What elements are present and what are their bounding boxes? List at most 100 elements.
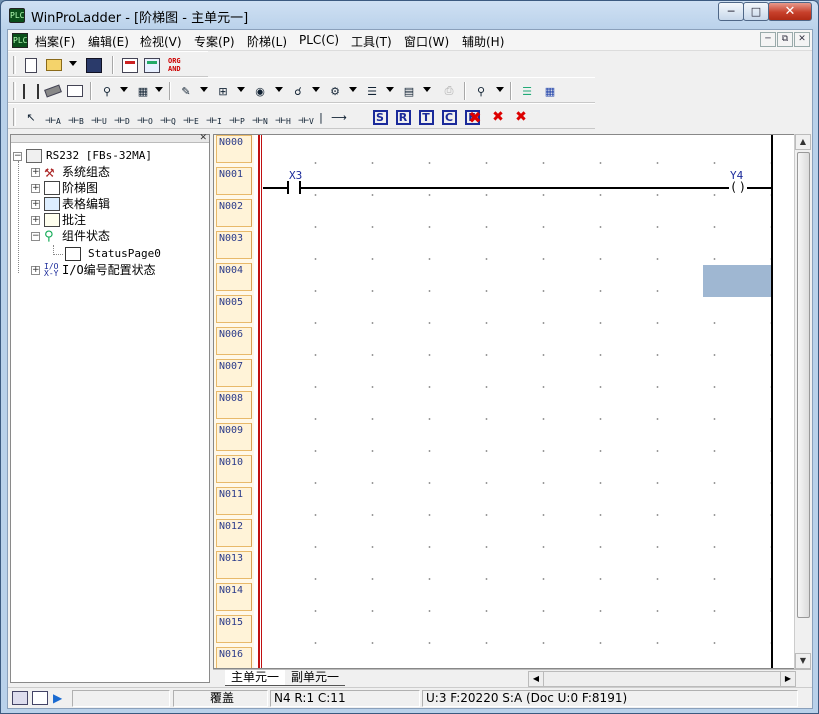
table-edit-icon[interactable]: ▤ — [400, 82, 418, 100]
contact-x3[interactable] — [287, 181, 301, 194]
run-icon[interactable]: ▶ — [53, 691, 62, 705]
list-dropdown-icon[interactable] — [386, 87, 394, 92]
rung-label[interactable]: N012 — [216, 519, 252, 547]
delete-vertical-icon[interactable]: ✖ — [489, 108, 507, 126]
cursor-cell[interactable] — [703, 265, 771, 297]
contact-pos-icon[interactable]: ⊣⊢ P — [228, 108, 246, 126]
find-icon[interactable]: ⚲ — [98, 82, 116, 100]
menu-plc[interactable]: PLC(C) — [299, 33, 339, 47]
contact-horiz-icon[interactable]: ⊣⊢ H — [274, 108, 292, 126]
diagram-icon[interactable]: ▦ — [541, 82, 559, 100]
scroll-up-icon[interactable]: ▲ — [795, 134, 811, 150]
zoom-dropdown-icon[interactable] — [496, 87, 504, 92]
edit-dropdown-icon[interactable] — [200, 87, 208, 92]
mdi-close-button[interactable]: ✕ — [794, 32, 810, 47]
menu-file[interactable]: 档案(F) — [35, 33, 75, 50]
contact-not-icon[interactable]: ⊣⊢ Q — [159, 108, 177, 126]
table-edit-dropdown-icon[interactable] — [423, 87, 431, 92]
delete-rung-icon[interactable]: ✖ — [512, 108, 530, 126]
arrow-output-icon[interactable]: ⟶ — [330, 108, 348, 126]
rung-label[interactable]: N005 — [216, 295, 252, 323]
io-dropdown-icon[interactable] — [349, 87, 357, 92]
expand-icon[interactable]: + — [31, 200, 40, 209]
expand-icon[interactable]: + — [31, 266, 40, 275]
menu-view[interactable]: 检视(V) — [140, 33, 182, 50]
func-t-button[interactable]: T — [417, 108, 435, 126]
io-icon[interactable]: ⚙ — [326, 82, 344, 100]
contact-edge-icon[interactable]: ⊣⊢ E — [182, 108, 200, 126]
scroll-down-icon[interactable]: ▼ — [795, 653, 811, 669]
contact-up-icon[interactable]: ⊣⊢ U — [90, 108, 108, 126]
status-icon[interactable]: ◉ — [251, 82, 269, 100]
network-dropdown-icon[interactable] — [155, 87, 163, 92]
menu-tools[interactable]: 工具(T) — [351, 33, 392, 50]
monitor-icon[interactable] — [66, 82, 84, 100]
panel-close-icon[interactable]: ✕ — [199, 133, 207, 143]
save-icon[interactable] — [85, 56, 103, 74]
rung-label[interactable]: N011 — [216, 487, 252, 515]
rung-label[interactable]: N004 — [216, 263, 252, 291]
collapse-icon[interactable]: − — [31, 232, 40, 241]
tab-sub-unit[interactable]: 副单元一 — [285, 670, 346, 686]
connection-icon[interactable] — [12, 691, 28, 705]
contact-down-icon[interactable]: ⊣⊢ D — [113, 108, 131, 126]
menu-help[interactable]: 辅助(H) — [462, 33, 504, 50]
func-r-button[interactable]: R — [394, 108, 412, 126]
open-dropdown-icon[interactable] — [69, 61, 77, 66]
open-folder-icon[interactable] — [45, 56, 63, 74]
scroll-right-icon[interactable]: ▶ — [780, 672, 795, 686]
expand-icon[interactable]: + — [31, 216, 40, 225]
document-icon[interactable]: PLC — [12, 33, 28, 48]
contact-neg-icon[interactable]: ⊣⊢ N — [251, 108, 269, 126]
mdi-restore-button[interactable]: ⧉ — [777, 32, 793, 47]
title-bar[interactable]: PLC WinProLadder - [阶梯图 - 主单元一] ─ □ ✕ — [1, 1, 818, 29]
erase-icon[interactable] — [44, 82, 62, 100]
rung-label[interactable]: N007 — [216, 359, 252, 387]
func-s-button[interactable]: S — [371, 108, 389, 126]
collapse-icon[interactable]: − — [13, 152, 22, 161]
menu-ladder[interactable]: 阶梯(L) — [247, 33, 287, 50]
rung-label[interactable]: N013 — [216, 551, 252, 579]
menu-window[interactable]: 窗口(W) — [404, 33, 449, 50]
vertical-line-icon[interactable]: | — [312, 108, 330, 126]
status-dropdown-icon[interactable] — [275, 87, 283, 92]
minimize-button[interactable]: ─ — [718, 2, 744, 21]
rung-list-icon[interactable]: ☰ — [518, 82, 536, 100]
horizontal-scrollbar[interactable]: ◀ ▶ — [528, 671, 796, 687]
rung-label[interactable]: N000 — [216, 135, 252, 163]
coil-y4[interactable]: ( ) — [729, 180, 747, 195]
scroll-thumb[interactable] — [797, 152, 810, 618]
maximize-button[interactable]: □ — [743, 2, 769, 21]
find-dropdown-icon[interactable] — [120, 87, 128, 92]
compile-icon[interactable] — [121, 56, 139, 74]
rung-label[interactable]: N003 — [216, 231, 252, 259]
contact-open-icon[interactable]: ⊣⊢ O — [136, 108, 154, 126]
new-file-icon[interactable] — [22, 56, 40, 74]
register-dropdown-icon[interactable] — [237, 87, 245, 92]
scroll-left-icon[interactable]: ◀ — [529, 672, 544, 686]
search-dropdown-icon[interactable] — [312, 87, 320, 92]
network-icon[interactable]: ▦ — [134, 82, 152, 100]
ladder-editor[interactable]: N000 N001 N002 N003 N004 N005 N006 N007 N008 N009… — [213, 134, 809, 669]
plc-status-icon[interactable] — [32, 691, 48, 705]
rung-label[interactable]: N006 — [216, 327, 252, 355]
vertical-scrollbar[interactable]: ▲ ▼ — [794, 134, 811, 669]
tab-main-unit[interactable]: 主单元一 — [225, 670, 286, 686]
expand-icon[interactable]: + — [31, 168, 40, 177]
rung-label[interactable]: N009 — [216, 423, 252, 451]
register-icon[interactable]: ⊞ — [214, 82, 232, 100]
table-icon[interactable] — [143, 56, 161, 74]
contact-a-icon[interactable]: ⊣⊢ A — [44, 108, 62, 126]
func-c-button[interactable]: C — [440, 108, 458, 126]
contact-inv-icon[interactable]: ⊣⊢ I — [205, 108, 223, 126]
rung-label[interactable]: N001 — [216, 167, 252, 195]
close-button[interactable]: ✕ — [768, 2, 812, 21]
rung-label[interactable]: N002 — [216, 199, 252, 227]
list-icon[interactable]: ☰ — [363, 82, 381, 100]
rung-label[interactable]: N008 — [216, 391, 252, 419]
contact-b-icon[interactable]: ⊣⊢ B — [67, 108, 85, 126]
ladder-mode-icon[interactable] — [22, 82, 40, 100]
mdi-minimize-button[interactable]: ─ — [760, 32, 776, 47]
zoom-icon[interactable]: ⚲ — [472, 82, 490, 100]
print-icon[interactable]: ⎙ — [440, 82, 458, 100]
